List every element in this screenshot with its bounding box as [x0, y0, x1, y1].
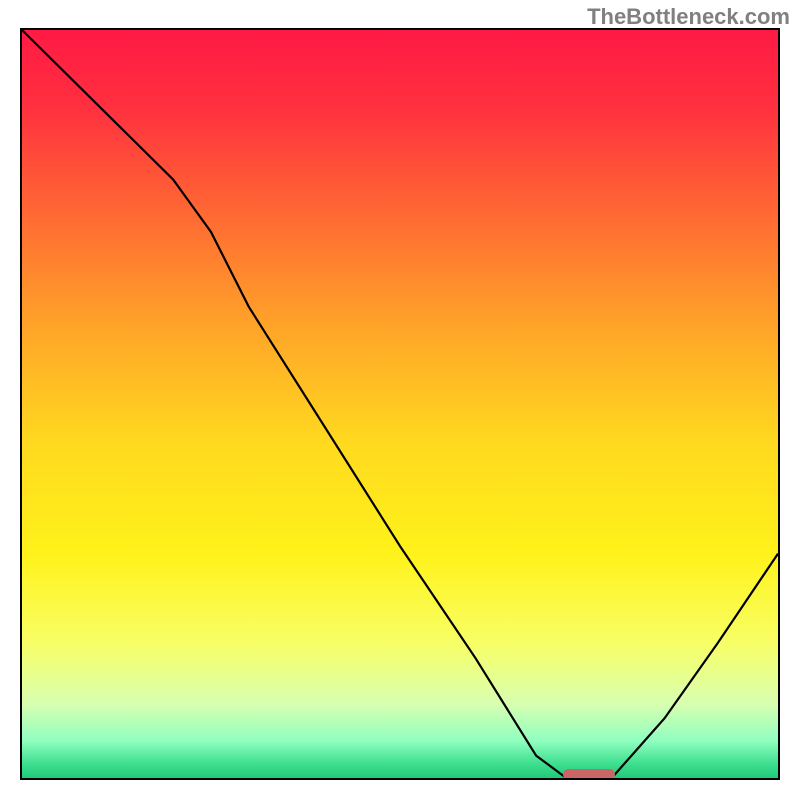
- bottleneck-curve: [22, 30, 778, 778]
- curve-layer: [22, 30, 778, 778]
- optimal-marker: [563, 769, 616, 780]
- watermark-text: TheBottleneck.com: [587, 4, 790, 30]
- chart-container: TheBottleneck.com: [0, 0, 800, 800]
- plot-area: [20, 28, 780, 780]
